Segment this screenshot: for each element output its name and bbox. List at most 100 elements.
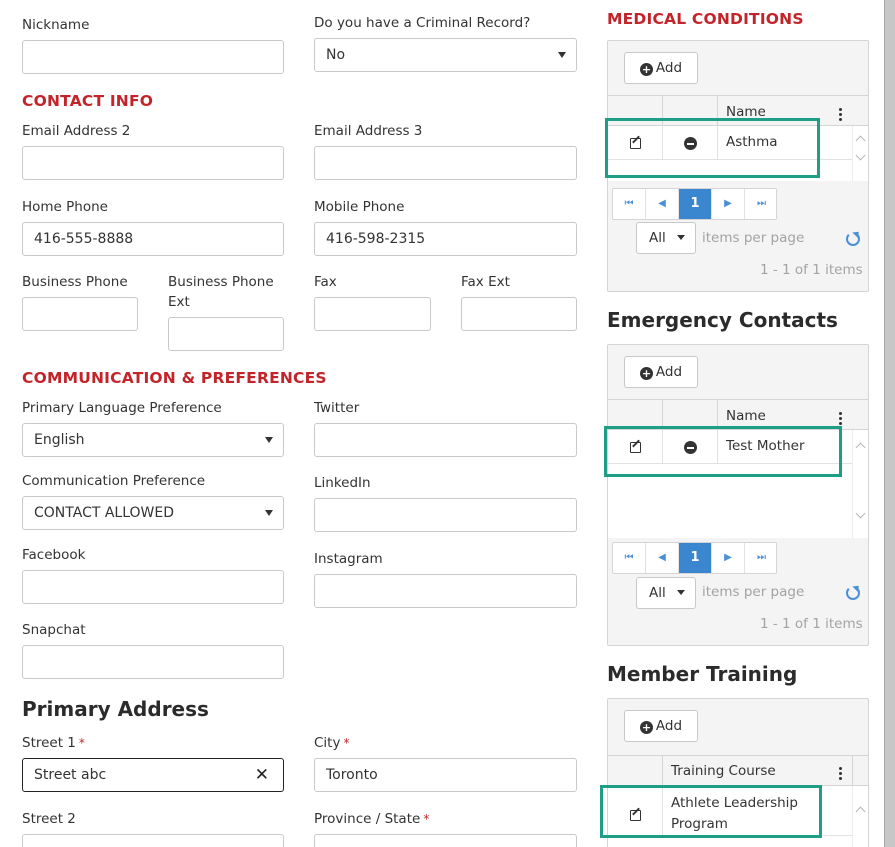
facebook-input[interactable] bbox=[22, 570, 284, 604]
page-button[interactable]: 1 bbox=[679, 189, 712, 219]
table-row[interactable]: Athlete Leadership Program bbox=[608, 786, 852, 836]
twitter-label: Twitter bbox=[314, 400, 360, 416]
business-phone-ext-label-line1: Business Phone bbox=[168, 274, 274, 290]
refresh-icon[interactable] bbox=[846, 586, 860, 600]
training-grid-header: Training Course bbox=[608, 755, 868, 786]
emergency-contacts-grid: + Add Name Test Mother ⏮ ◀ 1 ▶ ⏭ All ite… bbox=[607, 344, 869, 646]
next-page-icon[interactable]: ▶ bbox=[712, 189, 745, 219]
business-phone-input[interactable] bbox=[22, 297, 138, 331]
communication-heading: COMMUNICATION & PREFERENCES bbox=[22, 369, 327, 387]
chevron-up-icon[interactable] bbox=[855, 442, 866, 453]
chevron-down-icon bbox=[558, 52, 566, 58]
primary-language-label: Primary Language Preference bbox=[22, 400, 222, 416]
training-grid-body: Athlete Leadership Program bbox=[608, 786, 868, 847]
medical-per-page-label: items per page bbox=[702, 230, 805, 246]
kebab-menu-icon[interactable] bbox=[839, 412, 842, 415]
medical-per-page-select[interactable]: All bbox=[636, 222, 696, 254]
training-add-button[interactable]: + Add bbox=[624, 710, 698, 742]
business-phone-ext-input[interactable] bbox=[168, 317, 284, 351]
minus-circle-icon[interactable] bbox=[684, 441, 697, 454]
medical-add-button[interactable]: + Add bbox=[624, 52, 698, 84]
primary-language-select[interactable]: English bbox=[22, 423, 284, 457]
next-page-icon[interactable]: ▶ bbox=[712, 543, 745, 573]
communication-preference-label: Communication Preference bbox=[22, 473, 206, 489]
facebook-label: Facebook bbox=[22, 547, 86, 563]
criminal-record-label: Do you have a Criminal Record? bbox=[314, 15, 531, 31]
street2-label: Street 2 bbox=[22, 811, 76, 827]
fax-ext-input[interactable] bbox=[461, 297, 577, 331]
first-page-icon[interactable]: ⏮ bbox=[613, 189, 646, 219]
prev-page-icon[interactable]: ◀ bbox=[646, 543, 679, 573]
medical-col-name[interactable]: Name bbox=[726, 104, 766, 120]
first-page-icon[interactable]: ⏮ bbox=[613, 543, 646, 573]
table-row[interactable]: Asthma bbox=[608, 126, 852, 160]
edit-icon[interactable] bbox=[630, 810, 641, 821]
primary-address-heading: Primary Address bbox=[22, 697, 209, 721]
home-phone-input[interactable]: 416-555-8888 bbox=[22, 222, 284, 256]
training-scrollbar[interactable] bbox=[852, 786, 868, 847]
chevron-down-icon[interactable] bbox=[855, 508, 866, 519]
street2-input[interactable] bbox=[22, 834, 284, 847]
page-button[interactable]: 1 bbox=[679, 543, 712, 573]
kebab-menu-icon[interactable] bbox=[839, 108, 842, 111]
prev-page-icon[interactable]: ◀ bbox=[646, 189, 679, 219]
edit-icon[interactable] bbox=[630, 138, 641, 149]
training-row-course-line2: Program bbox=[671, 816, 728, 832]
refresh-icon[interactable] bbox=[846, 232, 860, 246]
province-label: Province / State * bbox=[314, 811, 430, 827]
emergency-col-name[interactable]: Name bbox=[726, 408, 766, 424]
criminal-record-select[interactable]: No bbox=[314, 38, 577, 72]
training-row-course-line1: Athlete Leadership bbox=[671, 795, 798, 811]
home-phone-label: Home Phone bbox=[22, 199, 108, 215]
clear-icon[interactable]: ✕ bbox=[255, 759, 269, 791]
chevron-down-icon[interactable] bbox=[855, 150, 866, 161]
last-page-icon[interactable]: ⏭ bbox=[745, 189, 778, 219]
member-form-panel: Nickname Do you have a Criminal Record? … bbox=[0, 0, 885, 847]
street1-label: Street 1 * bbox=[22, 735, 85, 751]
training-col-course[interactable]: Training Course bbox=[671, 763, 776, 779]
medical-row-name: Asthma bbox=[726, 134, 778, 150]
edit-icon[interactable] bbox=[630, 442, 641, 453]
chevron-up-icon[interactable] bbox=[855, 806, 866, 817]
emergency-per-page-select[interactable]: All bbox=[636, 577, 696, 609]
nickname-input[interactable] bbox=[22, 40, 284, 74]
instagram-input[interactable] bbox=[314, 574, 577, 608]
table-row[interactable]: Test Mother bbox=[608, 430, 852, 464]
emergency-grid-header: Name bbox=[608, 399, 868, 430]
email2-input[interactable] bbox=[22, 146, 284, 180]
chevron-down-icon bbox=[677, 590, 685, 595]
emergency-row-name: Test Mother bbox=[726, 438, 805, 454]
emergency-pager: ⏮ ◀ 1 ▶ ⏭ bbox=[612, 542, 777, 574]
last-page-icon[interactable]: ⏭ bbox=[745, 543, 778, 573]
communication-preference-value: CONTACT ALLOWED bbox=[34, 505, 175, 521]
header-cell-edit bbox=[608, 96, 663, 126]
chevron-up-icon[interactable] bbox=[855, 135, 866, 146]
fax-label: Fax bbox=[314, 274, 337, 290]
communication-preference-select[interactable]: CONTACT ALLOWED bbox=[22, 496, 284, 530]
primary-language-value: English bbox=[34, 432, 85, 448]
plus-circle-icon: + bbox=[639, 367, 653, 380]
twitter-input[interactable] bbox=[314, 423, 577, 457]
medical-scrollbar[interactable] bbox=[852, 126, 868, 181]
street1-input[interactable]: Street abc ✕ bbox=[22, 758, 284, 792]
emergency-per-page-label: items per page bbox=[702, 584, 805, 600]
medical-conditions-heading: MEDICAL CONDITIONS bbox=[607, 10, 804, 28]
kebab-menu-icon[interactable] bbox=[839, 767, 842, 770]
criminal-record-value: No bbox=[326, 47, 346, 63]
emergency-add-button[interactable]: + Add bbox=[624, 356, 698, 388]
street1-value: Street abc bbox=[34, 767, 107, 783]
fax-input[interactable] bbox=[314, 297, 431, 331]
email3-input[interactable] bbox=[314, 146, 577, 180]
contact-info-heading: CONTACT INFO bbox=[22, 92, 154, 110]
fax-ext-label: Fax Ext bbox=[461, 274, 510, 290]
province-input[interactable] bbox=[314, 834, 577, 847]
snapchat-input[interactable] bbox=[22, 645, 284, 679]
emergency-scrollbar[interactable] bbox=[852, 430, 868, 538]
email2-label: Email Address 2 bbox=[22, 123, 131, 139]
city-input[interactable]: Toronto bbox=[314, 758, 577, 792]
mobile-phone-input[interactable]: 416-598-2315 bbox=[314, 222, 577, 256]
minus-circle-icon[interactable] bbox=[684, 137, 697, 150]
medical-grid-body: Asthma bbox=[608, 126, 868, 181]
mobile-phone-label: Mobile Phone bbox=[314, 199, 405, 215]
linkedin-input[interactable] bbox=[314, 498, 577, 532]
